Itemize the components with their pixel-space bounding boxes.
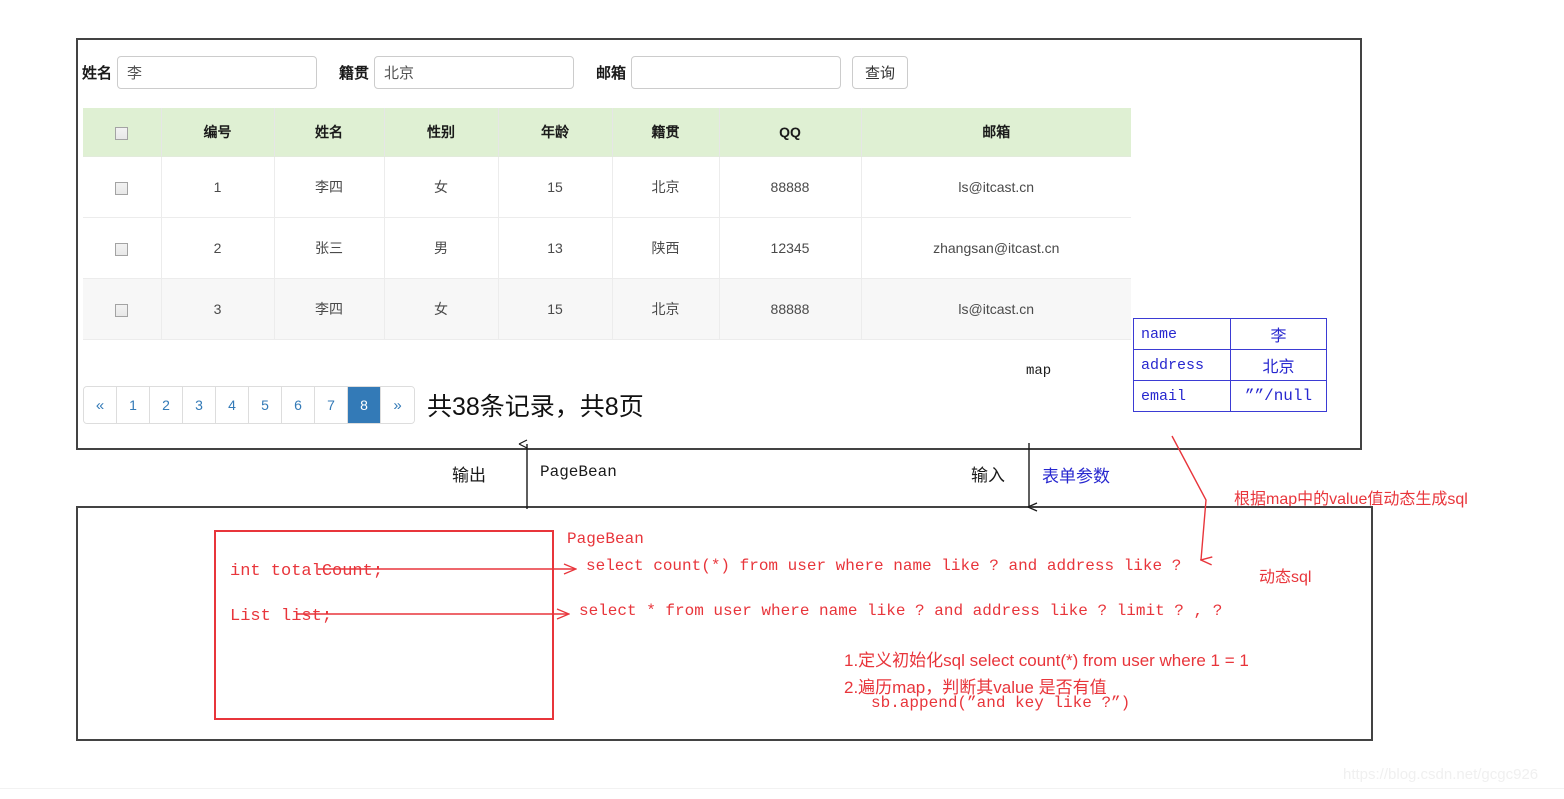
cell-qq: 12345 (719, 217, 862, 279)
page-next-button[interactable]: » (381, 387, 414, 423)
map-key-name: name (1133, 318, 1231, 350)
table-row[interactable]: 3 李四 女 15 北京 88888 ls@itcast.cn (83, 278, 1131, 340)
cell-name: 张三 (274, 217, 385, 279)
page-prev-button[interactable]: « (84, 387, 117, 423)
row-checkbox[interactable] (115, 242, 129, 256)
sql-count-statement: select count(*) from user where name lik… (586, 557, 1182, 575)
cell-email: ls@itcast.cn (861, 278, 1131, 340)
cell-address: 北京 (612, 156, 720, 218)
map-row: email ””/null (1133, 380, 1327, 412)
cell-id: 2 (161, 217, 275, 279)
page-button-8[interactable]: 8 (348, 387, 381, 423)
search-form: 姓名 籍贯 邮箱 查询 (82, 50, 909, 94)
input-value-label: 表单参数 (1042, 467, 1110, 486)
output-label: 输出 (452, 466, 486, 485)
page-button-2[interactable]: 2 (150, 387, 183, 423)
output-value-label: PageBean (540, 463, 617, 481)
map-value-email: ””/null (1230, 380, 1327, 412)
pagebean-dao-panel: int totalCount; List list; PageBean sele… (76, 506, 1373, 741)
table-row[interactable]: 2 张三 男 13 陕西 12345 zhangsan@itcast.cn (83, 217, 1131, 279)
map-row: name 李 (1133, 318, 1327, 350)
address-input[interactable] (374, 55, 575, 89)
select-all-checkbox[interactable] (115, 126, 129, 140)
cell-gender: 女 (384, 156, 499, 218)
cell-gender: 女 (384, 278, 499, 340)
map-key-email: email (1133, 380, 1231, 412)
cell-gender: 男 (384, 217, 499, 279)
map-value-name: 李 (1230, 318, 1327, 350)
cell-address: 陕西 (612, 217, 720, 279)
th-id: 编号 (161, 108, 275, 157)
cell-qq: 88888 (719, 156, 862, 218)
th-qq: QQ (719, 108, 862, 157)
email-field-label: 邮箱 (596, 64, 627, 82)
cell-age: 15 (498, 278, 613, 340)
row-checkbox[interactable] (115, 303, 129, 317)
dynamic-sql-label: 动态sql (1259, 569, 1312, 586)
cell-email: zhangsan@itcast.cn (861, 217, 1131, 279)
address-field-label: 籍贯 (339, 64, 370, 82)
page-button-7[interactable]: 7 (315, 387, 348, 423)
step-1-text: 1.定义初始化sql select count(*) from user whe… (844, 651, 1249, 670)
map-caption-label: map (1026, 363, 1052, 379)
cell-email: ls@itcast.cn (861, 156, 1131, 218)
cell-age: 15 (498, 156, 613, 218)
cell-name: 李四 (274, 278, 385, 340)
map-value-address: 北京 (1230, 349, 1327, 381)
watermark-text: https://blog.csdn.net/gcgc926 (1343, 766, 1539, 783)
email-input[interactable] (631, 55, 842, 89)
map-key-address: address (1133, 349, 1231, 381)
table-row[interactable]: 1 李四 女 15 北京 88888 ls@itcast.cn (83, 156, 1131, 218)
pagination-row: « 1 2 3 4 5 6 7 8 » 共38条记录，共8页 (83, 386, 644, 424)
field-list: List list; (230, 607, 333, 626)
step-2-append-code: sb.append(”and key like ?”) (871, 694, 1131, 712)
cell-address: 北京 (612, 278, 720, 340)
pagination: « 1 2 3 4 5 6 7 8 » (83, 386, 415, 424)
th-gender: 性别 (384, 108, 499, 157)
row-checkbox-cell (83, 217, 162, 279)
diagram-stage: 姓名 籍贯 邮箱 查询 编号 姓名 性别 (0, 0, 1564, 799)
th-select-all (83, 108, 162, 157)
name-field-label: 姓名 (82, 64, 113, 82)
th-age: 年龄 (498, 108, 613, 157)
map-row: address 北京 (1133, 349, 1327, 381)
bottom-divider (0, 788, 1564, 789)
page-button-6[interactable]: 6 (282, 387, 315, 423)
table-header-row: 编号 姓名 性别 年龄 籍贯 QQ 邮箱 (83, 108, 1131, 157)
row-checkbox[interactable] (115, 181, 129, 195)
row-checkbox-cell (83, 278, 162, 340)
cell-id: 1 (161, 156, 275, 218)
input-label: 输入 (971, 466, 1005, 485)
cell-id: 3 (161, 278, 275, 340)
th-address: 籍贯 (612, 108, 720, 157)
page-button-1[interactable]: 1 (117, 387, 150, 423)
th-email: 邮箱 (861, 108, 1131, 157)
query-button[interactable]: 查询 (852, 55, 909, 89)
user-table: 编号 姓名 性别 年龄 籍贯 QQ 邮箱 1 李四 女 15 北京 88888 … (83, 108, 1131, 340)
name-input[interactable] (117, 55, 318, 89)
page-button-3[interactable]: 3 (183, 387, 216, 423)
cell-age: 13 (498, 217, 613, 279)
th-name: 姓名 (274, 108, 385, 157)
pagebean-title: PageBean (567, 530, 644, 548)
map-key-value-table: name 李 address 北京 email ””/null (1133, 318, 1327, 412)
record-count-text: 共38条记录，共8页 (427, 393, 644, 421)
sql-list-statement: select * from user where name like ? and… (579, 602, 1223, 620)
row-checkbox-cell (83, 156, 162, 218)
page-button-5[interactable]: 5 (249, 387, 282, 423)
cell-qq: 88888 (719, 278, 862, 340)
cell-name: 李四 (274, 156, 385, 218)
field-total-count: int totalCount; (230, 562, 384, 581)
page-button-4[interactable]: 4 (216, 387, 249, 423)
